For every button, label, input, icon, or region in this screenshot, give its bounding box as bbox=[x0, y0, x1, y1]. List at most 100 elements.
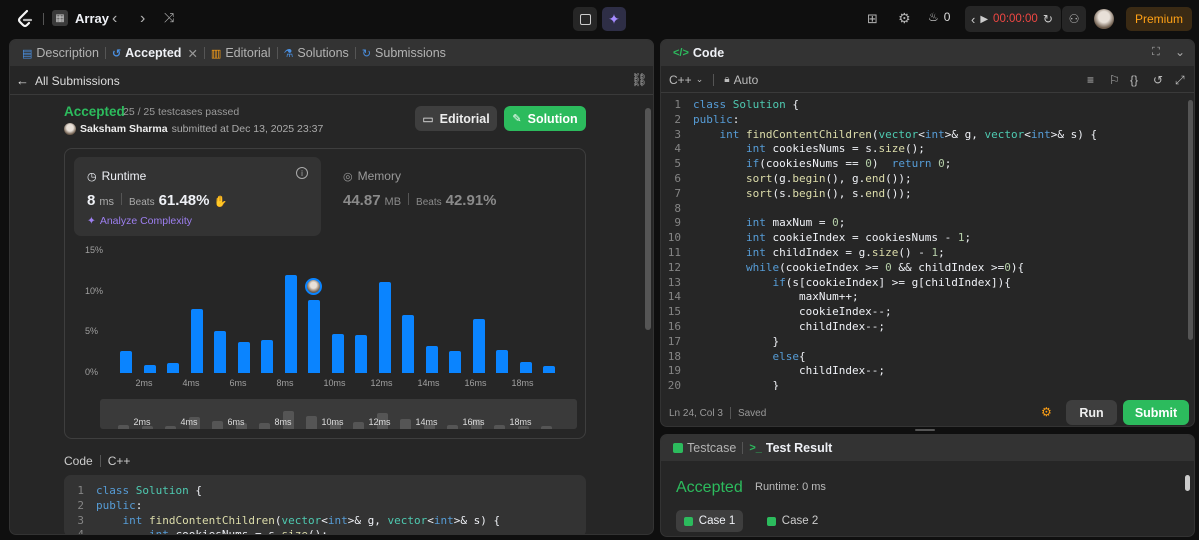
runtime-bar[interactable] bbox=[167, 363, 179, 373]
runtime-bar[interactable] bbox=[402, 315, 414, 373]
runtime-bar[interactable] bbox=[261, 339, 273, 373]
maximize-icon[interactable]: ⛶ bbox=[1152, 46, 1160, 59]
line-number: 8 bbox=[674, 201, 681, 215]
code-line: 15 cookieIndex--; bbox=[661, 305, 1186, 320]
code-brackets-icon: </> bbox=[673, 47, 689, 59]
runtime-bar[interactable] bbox=[308, 299, 320, 373]
runtime-bar[interactable] bbox=[237, 342, 250, 373]
prev-problem-icon[interactable]: ‹ bbox=[112, 10, 117, 28]
grid-icon: ▦ bbox=[52, 10, 68, 26]
runtime-value: 8 bbox=[87, 192, 96, 209]
runtime-bar[interactable] bbox=[519, 362, 532, 373]
left-panel-scrollbar[interactable] bbox=[645, 108, 651, 330]
runtime-bar[interactable] bbox=[143, 364, 156, 373]
case-1-button[interactable]: Case 1 bbox=[676, 510, 743, 532]
runtime-bar[interactable] bbox=[378, 281, 391, 373]
reset-code-icon[interactable]: ↺ bbox=[1153, 73, 1163, 87]
runtime-bar[interactable] bbox=[214, 330, 226, 373]
ai-sparkle-icon[interactable]: ✦ bbox=[602, 7, 626, 31]
runtime-bar[interactable] bbox=[449, 351, 461, 373]
navigator-bar bbox=[353, 422, 364, 429]
history-icon: ↺ bbox=[111, 47, 122, 60]
next-problem-icon[interactable]: › bbox=[140, 10, 145, 28]
code-line: 19 childIndex--; bbox=[661, 364, 1186, 379]
runtime-label: Runtime bbox=[101, 169, 147, 183]
bookmark-icon[interactable]: ⚐ bbox=[1109, 73, 1120, 87]
run-button[interactable]: Run bbox=[1066, 400, 1117, 425]
runtime-bar[interactable] bbox=[543, 366, 555, 373]
navigator-bar bbox=[165, 426, 176, 429]
analyze-complexity-link[interactable]: ✦ Analyze Complexity bbox=[87, 215, 192, 227]
panel-resize-handle[interactable] bbox=[915, 429, 935, 431]
navigator-bar bbox=[306, 415, 317, 429]
auto-mode[interactable]: 🔒︎ Auto bbox=[724, 73, 758, 87]
runtime-chart-navigator[interactable]: 2ms 4ms 6ms 8ms 10ms 12ms 14ms 16ms 18ms bbox=[100, 399, 577, 429]
timer-reset-icon[interactable]: ↻ bbox=[1043, 12, 1053, 26]
leetcode-logo-icon[interactable] bbox=[15, 9, 35, 29]
line-number: 12 bbox=[667, 260, 681, 274]
code-line: 20 } bbox=[661, 379, 1186, 390]
case-2-button[interactable]: Case 2 bbox=[759, 510, 826, 532]
debug-icon[interactable]: ⚙ bbox=[1041, 405, 1052, 419]
x-tick-label: 6ms bbox=[229, 378, 247, 388]
tab-solutions[interactable]: ⚗ Solutions bbox=[278, 46, 355, 60]
runtime-beats-label: Beats bbox=[129, 197, 155, 208]
tab-test-result[interactable]: >_ Test Result bbox=[743, 441, 838, 455]
premium-button[interactable]: Premium bbox=[1126, 7, 1192, 31]
back-to-submissions[interactable]: ← All Submissions bbox=[16, 73, 120, 88]
saved-status: Saved bbox=[737, 407, 767, 419]
runtime-bar[interactable] bbox=[284, 275, 297, 373]
navigator-tick-label: 8ms bbox=[274, 417, 292, 427]
braces-icon[interactable]: {} bbox=[1130, 73, 1138, 87]
tab-description[interactable]: ▤ Description bbox=[16, 46, 105, 60]
tab-editorial[interactable]: ▥ Editorial bbox=[205, 46, 277, 60]
submit-button[interactable]: Submit bbox=[1123, 400, 1189, 425]
timer-play-icon[interactable]: ▶ bbox=[980, 14, 988, 25]
language-select[interactable]: C++ ⌄ bbox=[669, 73, 703, 87]
info-icon[interactable]: i bbox=[296, 167, 308, 179]
close-tab-icon[interactable]: ✕ bbox=[187, 46, 197, 61]
test-panel-scrollbar[interactable] bbox=[1185, 475, 1190, 491]
line-number: 3 bbox=[674, 127, 681, 141]
editor-scrollbar[interactable] bbox=[1188, 100, 1193, 340]
runtime-distribution-chart: 15% 10% 5% 0% 2ms 4ms 6ms 8ms 10ms 12ms 14ms 16ms 18… bbox=[65, 241, 585, 391]
settings-gear-icon[interactable]: ⚙ bbox=[898, 10, 911, 27]
layout-toggle-icon[interactable] bbox=[573, 7, 597, 31]
collapse-icon[interactable]: ⌄ bbox=[1175, 45, 1185, 59]
memory-card[interactable]: ◎ Memory 44.87 MB Beats 42.91% bbox=[331, 157, 571, 236]
fullscreen-icon[interactable]: ⤢ bbox=[1175, 73, 1185, 88]
runtime-bar[interactable] bbox=[190, 308, 203, 373]
code-editor[interactable]: 1 class Solution {2 public: 3 int findConte… bbox=[661, 98, 1186, 390]
editorial-button[interactable]: ▭ Editorial bbox=[415, 106, 497, 131]
link-icon[interactable]: ⛓ bbox=[631, 72, 648, 88]
preview-code-line: 3 int findContentChildren(vector<int>& g… bbox=[64, 514, 586, 529]
streak-counter[interactable]: ♨ 0 bbox=[928, 10, 950, 24]
panels-icon[interactable]: ⊞ bbox=[867, 11, 878, 27]
runtime-bar[interactable] bbox=[355, 334, 367, 373]
solution-button[interactable]: ✎ Solution bbox=[504, 106, 586, 131]
runtime-bar[interactable] bbox=[331, 333, 344, 373]
tab-submissions[interactable]: ↻ Submissions bbox=[356, 46, 452, 60]
runtime-bar[interactable] bbox=[472, 318, 485, 373]
line-number: 20 bbox=[667, 379, 681, 390]
timer-collapse-icon[interactable]: ‹ bbox=[971, 12, 975, 27]
x-tick-label: 14ms bbox=[417, 378, 440, 388]
tab-code[interactable]: </> Code bbox=[667, 46, 730, 60]
runtime-bar[interactable] bbox=[120, 351, 132, 373]
runtime-bar[interactable] bbox=[425, 346, 438, 373]
submitter-name[interactable]: Saksham Sharma bbox=[80, 123, 168, 135]
runtime-card[interactable]: ◷ Runtime i 8 ms Beats 61.48% ✋ ✦ Analyz… bbox=[74, 157, 321, 236]
problem-list-button[interactable]: ▦ Array bbox=[52, 10, 109, 26]
memory-beats-label: Beats bbox=[416, 197, 442, 208]
line-number: 17 bbox=[667, 334, 681, 348]
tab-accepted[interactable]: ↺ Accepted ✕ bbox=[106, 46, 204, 61]
user-avatar[interactable] bbox=[1094, 9, 1114, 29]
format-icon[interactable]: ≡ bbox=[1087, 73, 1094, 87]
add-user-icon[interactable]: ⚇ bbox=[1062, 6, 1086, 32]
flask-icon: ⚗ bbox=[283, 47, 294, 60]
tab-testcase[interactable]: Testcase bbox=[667, 441, 742, 455]
runtime-bar[interactable] bbox=[496, 350, 508, 373]
shuffle-icon[interactable]: ⤨ bbox=[164, 10, 174, 26]
left-tab-bar: ▤ Description ↺ Accepted ✕ ▥ Editorial ⚗… bbox=[10, 40, 653, 66]
code-line: 10 int cookieIndex = cookiesNums - 1; bbox=[661, 231, 1186, 246]
